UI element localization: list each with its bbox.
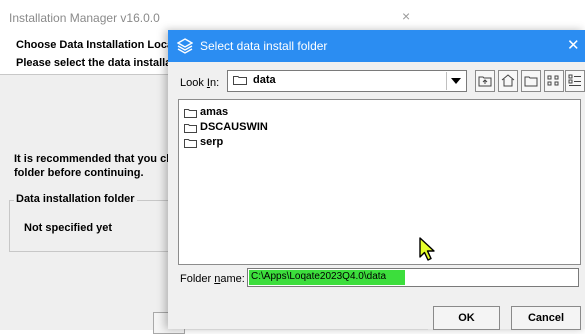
folder-name: DSCAUSWIN xyxy=(200,121,268,133)
dialog-title: Select data install folder xyxy=(200,39,328,53)
details-view-icon xyxy=(568,74,581,86)
recommendation-line-2: folder before continuing. xyxy=(14,167,144,179)
look-in-label-text: Look xyxy=(180,77,207,89)
installer-title: Installation Manager v16.0.0 xyxy=(9,11,160,25)
folder-name: serp xyxy=(200,136,224,148)
installation-folder-group-label: Data installation folder xyxy=(14,193,137,205)
folder-name-label-text: Folder xyxy=(180,273,215,285)
select-folder-dialog: Select data install folder ✕ Look In: da… xyxy=(168,30,585,330)
folder-name: amas xyxy=(200,106,229,118)
home-icon xyxy=(501,74,515,87)
folder-icon xyxy=(184,109,197,118)
dialog-close-icon[interactable]: ✕ xyxy=(567,36,580,54)
look-in-dropdown[interactable]: data xyxy=(227,70,467,92)
folder-name-input[interactable]: C:\Apps\Loqate2023Q4.0\data xyxy=(247,268,579,287)
new-folder-button[interactable] xyxy=(521,70,541,92)
list-view-button[interactable] xyxy=(544,70,564,92)
folder-icon xyxy=(184,139,197,148)
ok-button[interactable]: OK xyxy=(433,306,500,330)
folder-name-label-suffix: ame: xyxy=(220,273,245,285)
chevron-down-icon[interactable] xyxy=(446,72,465,90)
details-view-button[interactable] xyxy=(565,70,585,92)
folder-name-value: C:\Apps\Loqate2023Q4.0\data xyxy=(251,271,387,282)
installer-step-subtitle: Please select the data installatio xyxy=(16,57,185,69)
look-in-label: Look In: xyxy=(180,77,219,89)
look-in-value: data xyxy=(253,74,276,86)
folder-icon xyxy=(233,76,247,85)
folder-name-label: Folder name: xyxy=(180,273,245,285)
new-folder-icon xyxy=(524,76,538,87)
installer-titlebar: Installation Manager v16.0.0 × xyxy=(0,0,428,30)
look-in-label-suffix: n: xyxy=(209,77,220,89)
up-one-level-button[interactable] xyxy=(475,70,495,92)
cancel-button[interactable]: Cancel xyxy=(511,306,581,330)
installer-step-title: Choose Data Installation Locatio xyxy=(16,39,187,51)
mouse-pointer-icon xyxy=(419,237,435,261)
up-one-level-icon xyxy=(478,76,492,87)
app-logo-icon xyxy=(177,38,193,54)
home-button[interactable] xyxy=(498,70,518,92)
installer-close-icon[interactable]: × xyxy=(402,8,410,24)
folder-list[interactable]: amas DSCAUSWIN serp xyxy=(178,99,581,265)
list-view-icon xyxy=(547,75,559,86)
installation-folder-status: Not specified yet xyxy=(24,222,113,234)
folder-icon xyxy=(184,124,197,133)
dialog-titlebar: Select data install folder ✕ xyxy=(168,30,585,62)
installer-recommendation: It is recommended that you close folder … xyxy=(14,152,188,180)
recommendation-line-1: It is recommended that you close xyxy=(14,153,189,165)
